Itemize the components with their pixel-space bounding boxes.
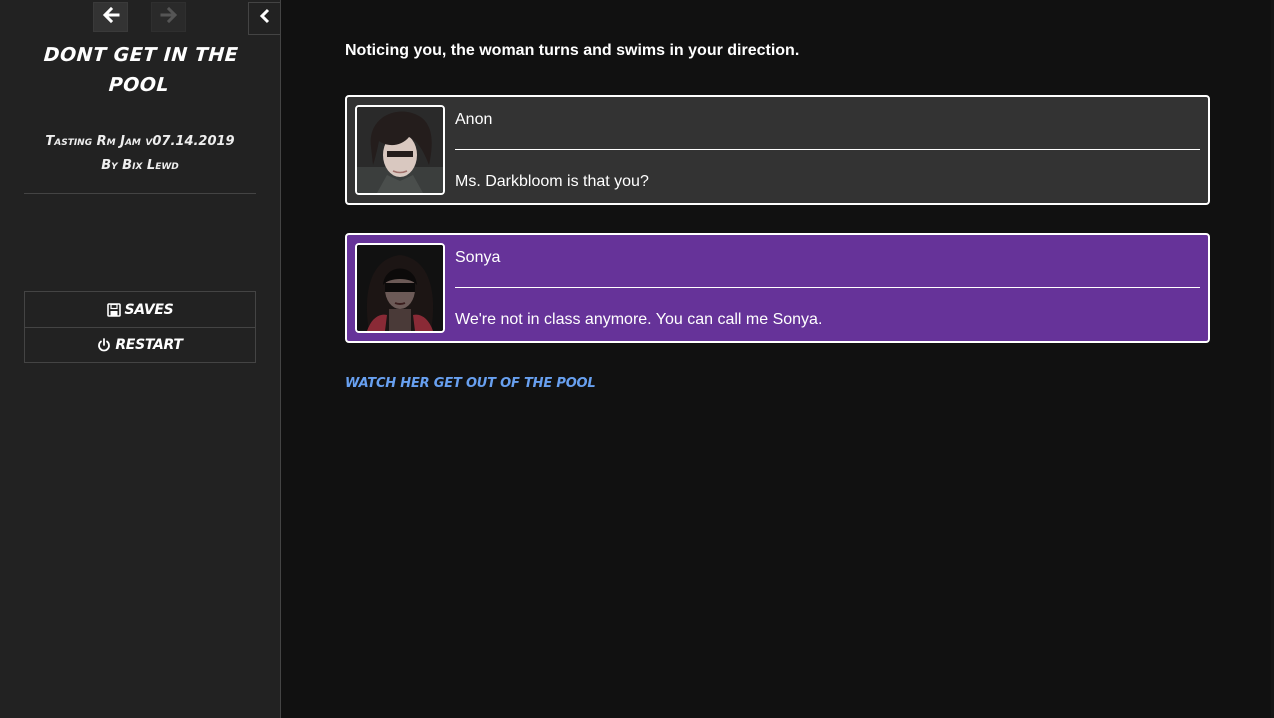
saves-button[interactable]: Saves: [25, 292, 255, 327]
story-version: Tasting Rm Jam v07.14.2019: [45, 134, 235, 149]
story-subtitle: Tasting Rm Jam v07.14.2019 By Bix Lewd: [24, 130, 256, 178]
speaker-name-anon: Anon: [455, 111, 493, 128]
chevron-left-icon: [258, 8, 272, 29]
floppy-disk-icon: [106, 302, 121, 317]
dialogue-box-anon: Anon Ms. Darkbloom is that you?: [345, 95, 1210, 205]
speaker-name-sonya: Sonya: [455, 249, 501, 266]
sidebar-divider: [24, 193, 256, 194]
story-author: By Bix Lewd: [101, 158, 179, 173]
dialogue-divider: [455, 149, 1200, 150]
history-back-button[interactable]: [93, 2, 128, 32]
dialogue-box-sonya: Sonya We're not in class anymore. You ca…: [345, 233, 1210, 343]
sidebar-toggle-button[interactable]: [248, 2, 281, 35]
arrow-right-icon: [160, 6, 178, 29]
dialogue-divider: [455, 287, 1200, 288]
anon-avatar: [355, 105, 445, 195]
sidebar: Dont Get In The Pool Tasting Rm Jam v07.…: [0, 0, 281, 718]
watch-her-get-out-link[interactable]: Watch her get out of the pool: [345, 376, 596, 391]
power-icon: [97, 338, 111, 352]
sonya-avatar: [355, 243, 445, 333]
saves-label: Saves: [124, 301, 174, 318]
restart-label: Restart: [115, 337, 183, 353]
story-title: Dont Get In The Pool: [43, 44, 240, 96]
sidebar-menu: Saves Restart: [24, 291, 256, 363]
history-forward-button[interactable]: [151, 2, 186, 32]
dialogue-text-anon: Ms. Darkbloom is that you?: [455, 173, 649, 190]
dialogue-text-sonya: We're not in class anymore. You can call…: [455, 311, 823, 328]
arrow-left-icon: [102, 6, 120, 29]
restart-button[interactable]: Restart: [25, 327, 255, 362]
narration-text: Noticing you, the woman turns and swims …: [345, 42, 800, 59]
